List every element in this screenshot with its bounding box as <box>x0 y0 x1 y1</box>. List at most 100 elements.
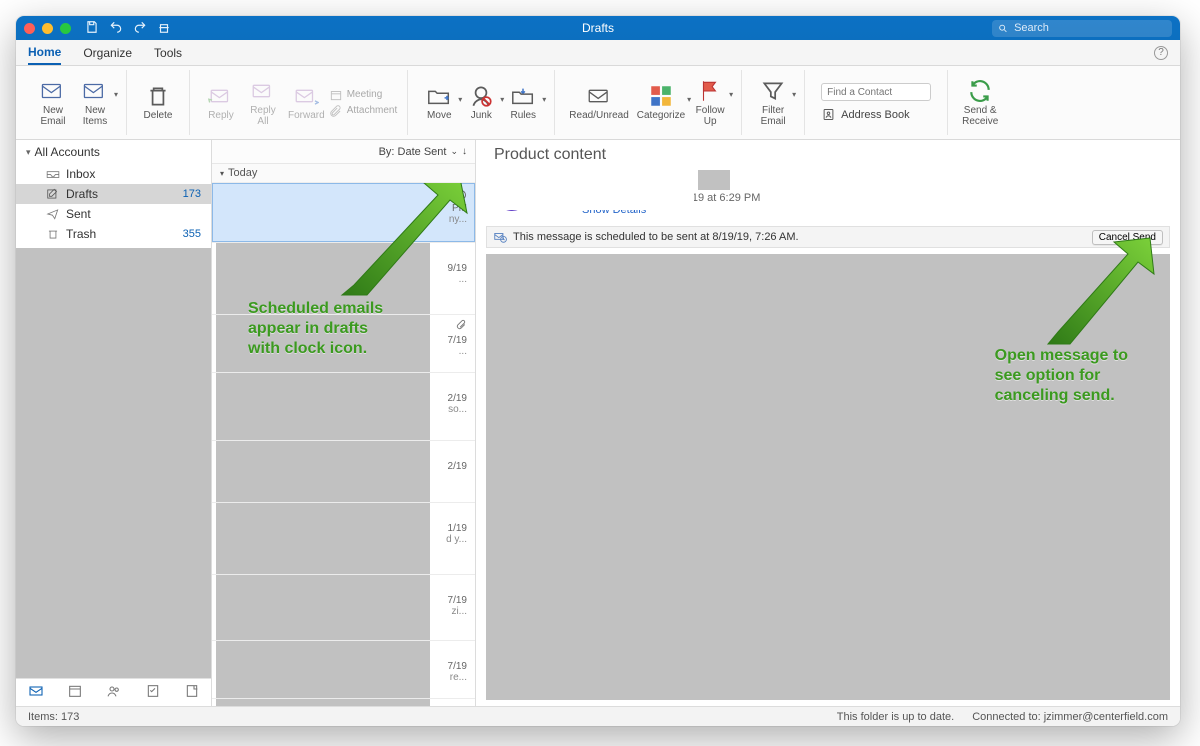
find-contact-input[interactable] <box>821 83 931 101</box>
new-email-button[interactable]: New Email <box>32 76 74 129</box>
follow-up-button[interactable]: ▾ Follow Up <box>689 76 731 129</box>
meeting-button[interactable]: Meeting <box>329 88 398 102</box>
categorize-label: Categorize <box>637 111 685 122</box>
item-snip: ... <box>220 274 467 285</box>
status-folder: This folder is up to date. <box>837 711 954 723</box>
attachment-icon <box>456 319 467 333</box>
reply-all-button[interactable]: Reply All <box>242 76 284 129</box>
minimize-window[interactable] <box>42 23 53 34</box>
forward-button[interactable]: Forward <box>284 81 329 124</box>
send-receive-button[interactable]: Send & Receive <box>958 76 1002 129</box>
titlebar: Drafts <box>16 16 1180 40</box>
tab-organize[interactable]: Organize <box>83 42 132 64</box>
list-item[interactable]: 1/19 d y... <box>212 503 475 575</box>
new-items-button[interactable]: ▾ New Items <box>74 76 116 129</box>
help-icon[interactable]: ? <box>1154 46 1168 60</box>
attachment-button[interactable]: Attachment <box>329 104 398 118</box>
calendar-module-icon[interactable] <box>67 683 83 702</box>
sort-label: By: Date Sent <box>379 146 447 158</box>
from-redaction <box>494 168 694 210</box>
undo-icon[interactable] <box>109 20 123 37</box>
address-book-button[interactable]: Address Book <box>821 107 931 122</box>
print-icon[interactable] <box>157 20 171 37</box>
list-item[interactable]: 7/19 ... <box>212 315 475 373</box>
move-button[interactable]: ▾ Move <box>418 81 460 124</box>
list-item[interactable]: 9/19 ... <box>212 243 475 315</box>
folder-inbox[interactable]: Inbox <box>16 164 211 184</box>
people-module-icon[interactable] <box>106 683 122 702</box>
rules-label: Rules <box>510 111 536 122</box>
search-input[interactable] <box>1012 21 1166 35</box>
item-snip: ny... <box>220 214 467 225</box>
delete-label: Delete <box>144 111 173 122</box>
rules-button[interactable]: ▾ Rules <box>502 81 544 124</box>
folder-sent[interactable]: Sent <box>16 204 211 224</box>
message-list: By: Date Sent ⌄ ↓ ▾ Today PM ny... 9/1 <box>212 140 476 706</box>
clock-icon <box>455 189 467 204</box>
list-item[interactable]: 7/19 re... <box>212 641 475 699</box>
window-controls <box>24 23 71 34</box>
reply-button[interactable]: Reply <box>200 81 242 124</box>
junk-button[interactable]: ▾ Junk <box>460 81 502 124</box>
reading-pane: Product content OZ Sunday, August 18, 20… <box>476 140 1180 706</box>
list-item[interactable]: 2/19 so... <box>212 373 475 441</box>
item-snip: zi... <box>220 606 467 617</box>
forward-label: Forward <box>288 111 325 122</box>
accounts-header[interactable]: ▾ All Accounts <box>16 140 211 164</box>
search-icon <box>998 23 1008 34</box>
tasks-module-icon[interactable] <box>145 683 161 702</box>
status-connected: Connected to: jzimmer@centerfield.com <box>972 711 1168 723</box>
reply-label: Reply <box>208 111 234 122</box>
item-snip: ... <box>220 346 467 357</box>
quick-access-toolbar <box>85 20 171 37</box>
close-window[interactable] <box>24 23 35 34</box>
delete-button[interactable]: Delete <box>137 81 179 124</box>
module-switcher <box>16 678 211 706</box>
folder-drafts[interactable]: Drafts 173 <box>16 184 211 204</box>
chevron-down-icon: ⌄ <box>450 146 458 157</box>
annotation-right: Open message to see option for canceling… <box>995 346 1128 406</box>
tab-tools[interactable]: Tools <box>154 42 182 64</box>
list-item[interactable]: 2/19 <box>212 441 475 503</box>
schedule-icon <box>493 230 507 244</box>
categorize-button[interactable]: ▾ Categorize <box>633 81 689 124</box>
status-bar: Items: 173 This folder is up to date. Co… <box>16 706 1180 726</box>
list-body: PM ny... 9/19 ... 7/19 ... 2/19 so... <box>212 183 475 706</box>
cancel-send-button[interactable]: Cancel Send <box>1092 230 1163 245</box>
new-items-label: New Items <box>83 106 107 127</box>
folder-sidebar: ▾ All Accounts Inbox Drafts 173 Sent <box>16 140 212 706</box>
item-date: PM <box>220 203 467 214</box>
body: ▾ All Accounts Inbox Drafts 173 Sent <box>16 140 1180 706</box>
item-date: 2/19 <box>220 393 467 404</box>
drafts-label: Drafts <box>66 187 98 201</box>
group-today[interactable]: ▾ Today <box>212 164 475 183</box>
move-label: Move <box>427 111 451 122</box>
filter-email-button[interactable]: ▾ Filter Email <box>752 76 794 129</box>
redo-icon[interactable] <box>133 20 147 37</box>
drafts-count: 173 <box>183 188 201 200</box>
search-field[interactable] <box>992 20 1172 37</box>
notes-module-icon[interactable] <box>184 683 200 702</box>
item-snip: d y... <box>220 534 467 545</box>
sort-header[interactable]: By: Date Sent ⌄ ↓ <box>212 140 475 164</box>
junk-label: Junk <box>471 111 492 122</box>
item-snip: re... <box>220 672 467 683</box>
list-item[interactable]: 7/19 zi... <box>212 575 475 641</box>
accounts-label: All Accounts <box>35 145 100 159</box>
status-items: Items: 173 <box>28 711 79 723</box>
item-date: 7/19 <box>220 335 467 346</box>
sort-direction-icon[interactable]: ↓ <box>462 146 467 157</box>
group-today-label: Today <box>228 167 257 179</box>
reply-all-label: Reply All <box>250 106 276 127</box>
zoom-window[interactable] <box>60 23 71 34</box>
mail-module-icon[interactable] <box>28 683 44 702</box>
read-unread-button[interactable]: Read/Unread <box>565 81 632 124</box>
folder-trash[interactable]: Trash 355 <box>16 224 211 244</box>
save-icon[interactable] <box>85 20 99 37</box>
sent-label: Sent <box>66 207 91 221</box>
tab-home[interactable]: Home <box>28 41 61 65</box>
item-date: 1/19 <box>220 523 467 534</box>
read-unread-label: Read/Unread <box>569 111 628 122</box>
chevron-down-icon: ▾ <box>220 169 224 178</box>
list-item[interactable]: PM ny... <box>212 183 475 243</box>
